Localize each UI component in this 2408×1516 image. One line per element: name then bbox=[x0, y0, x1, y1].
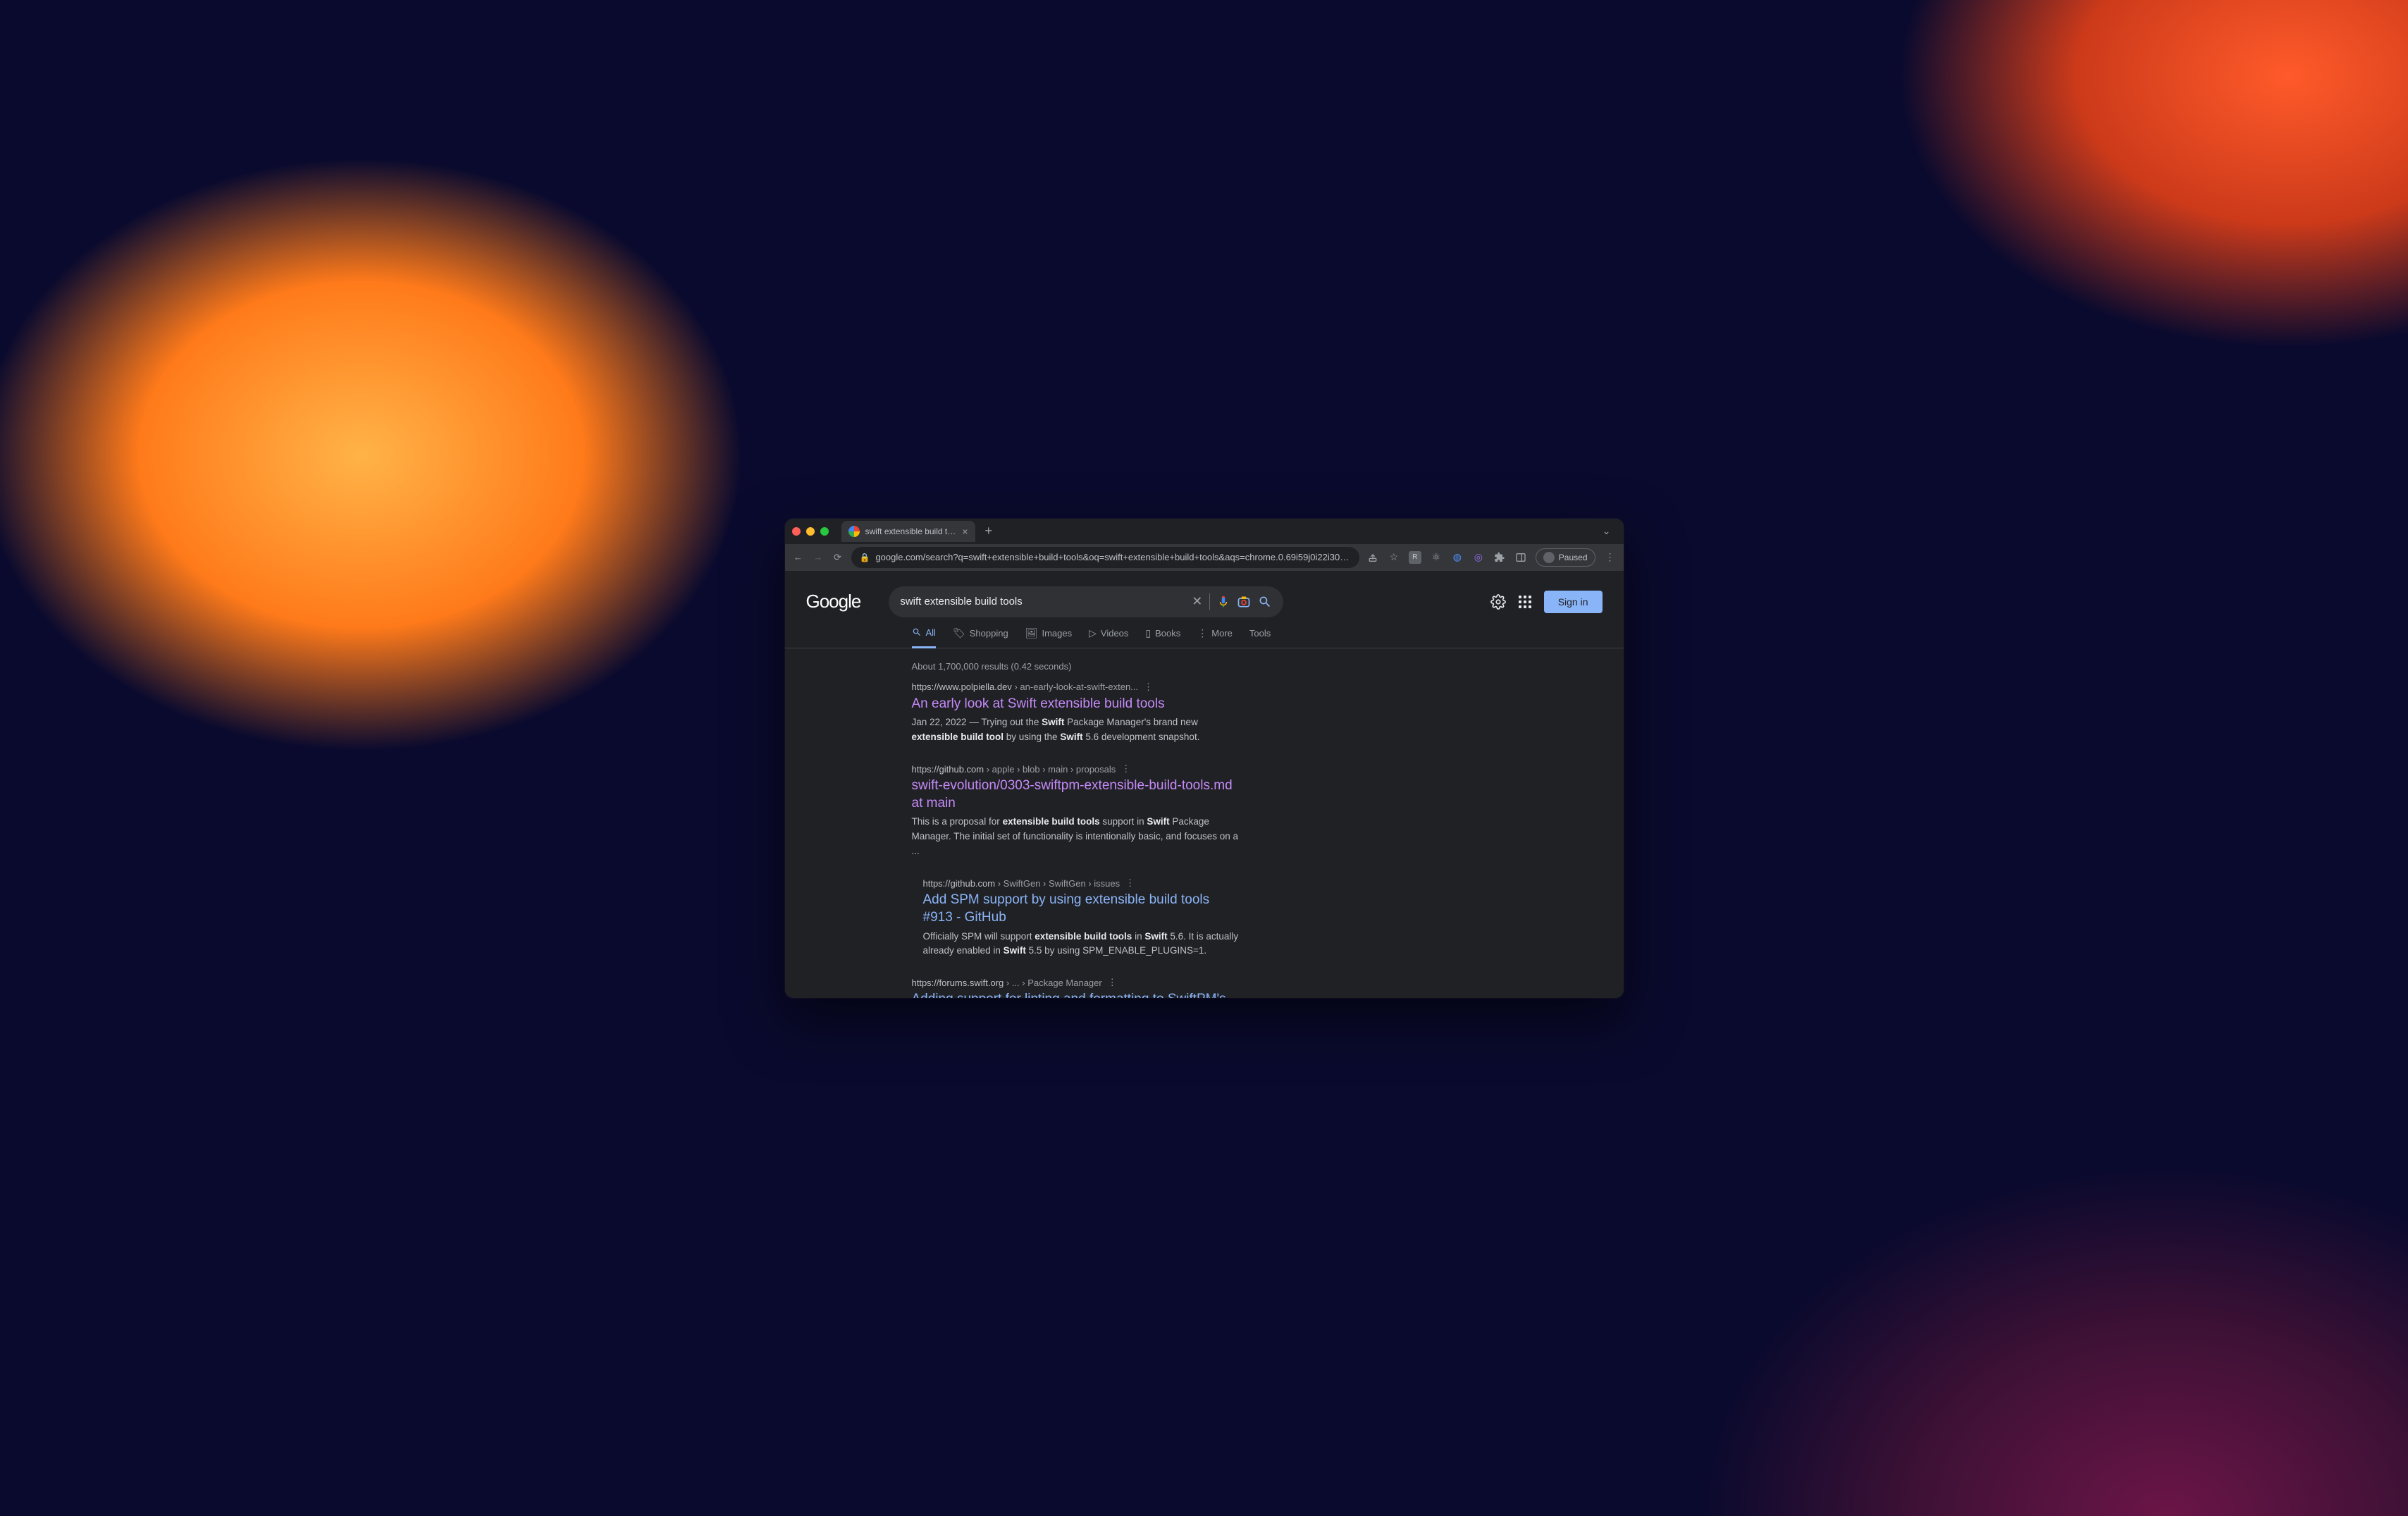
result-menu-icon[interactable]: ⋮ bbox=[1108, 977, 1117, 988]
tab-shopping[interactable]: 🏷 Shopping bbox=[953, 627, 1008, 648]
page-content: Google ✕ bbox=[785, 571, 1624, 998]
back-button[interactable]: ← bbox=[792, 552, 805, 562]
result-snippet: This is a proposal for extensible build … bbox=[912, 815, 1243, 859]
result-cite[interactable]: https://forums.swift.org › ... › Package… bbox=[912, 978, 1102, 988]
result-stats: About 1,700,000 results (0.42 seconds) bbox=[785, 648, 1624, 672]
tab-overflow-button[interactable]: ⌄ bbox=[1597, 525, 1617, 537]
tab-books[interactable]: ▯ Books bbox=[1145, 627, 1180, 648]
reload-button[interactable]: ⟳ bbox=[832, 552, 844, 563]
chrome-menu-icon[interactable]: ⋮ bbox=[1604, 551, 1617, 564]
search-result: https://github.com › SwiftGen › SwiftGen… bbox=[923, 877, 1243, 959]
search-input[interactable] bbox=[900, 596, 1185, 608]
search-result: https://www.polpiella.dev › an-early-loo… bbox=[912, 682, 1243, 746]
tab-videos[interactable]: ▷ Videos bbox=[1089, 627, 1128, 648]
search-icon bbox=[912, 627, 922, 637]
share-icon[interactable] bbox=[1366, 551, 1379, 564]
result-title[interactable]: Adding support for linting and formattin… bbox=[912, 991, 1243, 997]
avatar-icon bbox=[1543, 552, 1555, 563]
profile-label: Paused bbox=[1559, 553, 1588, 562]
result-cite[interactable]: https://github.com › apple › blob › main… bbox=[912, 764, 1116, 775]
search-tabs: All 🏷 Shopping 🖼 Images ▷ Videos ▯ Books… bbox=[785, 617, 1624, 648]
lock-icon: 🔒 bbox=[860, 553, 870, 562]
search-header: Google ✕ bbox=[785, 571, 1624, 617]
search-divider bbox=[1209, 593, 1210, 610]
search-box[interactable]: ✕ bbox=[889, 586, 1283, 617]
result-snippet: Jan 22, 2022 — Trying out the Swift Pack… bbox=[912, 715, 1243, 745]
result-cite[interactable]: https://github.com › SwiftGen › SwiftGen… bbox=[923, 878, 1120, 889]
extensions-menu-icon[interactable] bbox=[1493, 551, 1506, 564]
more-vert-icon: ⋮ bbox=[1197, 627, 1207, 639]
browser-toolbar: ← → ⟳ 🔒 google.com/search?q=swift+extens… bbox=[785, 544, 1624, 571]
browser-window: swift extensible build tools - G × + ⌄ ←… bbox=[785, 519, 1624, 998]
search-submit-icon[interactable] bbox=[1258, 595, 1272, 609]
tab-images[interactable]: 🖼 Images bbox=[1025, 627, 1072, 648]
result-title[interactable]: swift-evolution/0303-swiftpm-extensible-… bbox=[912, 777, 1243, 812]
tools-link[interactable]: Tools bbox=[1249, 628, 1271, 647]
bookmark-star-icon[interactable]: ☆ bbox=[1388, 551, 1400, 564]
result-menu-icon[interactable]: ⋮ bbox=[1144, 682, 1153, 693]
search-results: https://www.polpiella.dev › an-early-loo… bbox=[785, 672, 1243, 998]
extension-atom-icon[interactable]: ⚛ bbox=[1430, 551, 1443, 564]
result-title[interactable]: Add SPM support by using extensible buil… bbox=[923, 892, 1243, 926]
google-favicon-icon bbox=[848, 526, 860, 537]
tag-icon: 🏷 bbox=[953, 627, 965, 639]
minimize-window-button[interactable] bbox=[806, 527, 815, 536]
result-menu-icon[interactable]: ⋮ bbox=[1121, 763, 1130, 775]
extension-icon[interactable]: R bbox=[1409, 551, 1421, 564]
voice-search-icon[interactable] bbox=[1217, 596, 1230, 608]
toolbar-actions: ☆ R ⚛ ◍ ◎ Paused ⋮ bbox=[1366, 548, 1617, 567]
result-title[interactable]: An early look at Swift extensible build … bbox=[912, 696, 1243, 713]
result-cite[interactable]: https://www.polpiella.dev › an-early-loo… bbox=[912, 682, 1139, 692]
sign-in-button[interactable]: Sign in bbox=[1544, 591, 1603, 613]
google-logo[interactable]: Google bbox=[806, 591, 861, 612]
forward-button[interactable]: → bbox=[812, 552, 825, 562]
address-bar[interactable]: 🔒 google.com/search?q=swift+extensible+b… bbox=[851, 547, 1359, 568]
image-search-icon[interactable] bbox=[1237, 595, 1251, 609]
result-snippet: Officially SPM will support extensible b… bbox=[923, 930, 1243, 959]
side-panel-icon[interactable] bbox=[1514, 551, 1527, 564]
extension-circle-icon[interactable]: ◎ bbox=[1472, 551, 1485, 564]
window-controls bbox=[792, 527, 829, 536]
play-icon: ▷ bbox=[1089, 627, 1097, 639]
result-menu-icon[interactable]: ⋮ bbox=[1125, 877, 1135, 889]
image-icon: 🖼 bbox=[1025, 627, 1038, 639]
clear-search-icon[interactable]: ✕ bbox=[1192, 594, 1202, 609]
google-apps-icon[interactable] bbox=[1519, 596, 1531, 608]
tab-title: swift extensible build tools - G bbox=[865, 526, 957, 536]
search-result: https://forums.swift.org › ... › Package… bbox=[912, 977, 1243, 997]
close-window-button[interactable] bbox=[792, 527, 801, 536]
new-tab-button[interactable]: + bbox=[981, 524, 997, 538]
profile-chip[interactable]: Paused bbox=[1536, 548, 1595, 567]
book-icon: ▯ bbox=[1145, 627, 1151, 639]
extension-1password-icon[interactable]: ◍ bbox=[1451, 551, 1464, 564]
browser-tab[interactable]: swift extensible build tools - G × bbox=[841, 521, 975, 542]
maximize-window-button[interactable] bbox=[820, 527, 829, 536]
tab-close-button[interactable]: × bbox=[962, 526, 968, 537]
settings-gear-icon[interactable] bbox=[1490, 594, 1506, 610]
tab-strip: swift extensible build tools - G × + ⌄ bbox=[785, 519, 1624, 544]
tab-all[interactable]: All bbox=[912, 627, 936, 648]
search-result: https://github.com › apple › blob › main… bbox=[912, 763, 1243, 859]
url-text: google.com/search?q=swift+extensible+bui… bbox=[875, 552, 1350, 562]
tab-more[interactable]: ⋮ More bbox=[1197, 627, 1233, 648]
